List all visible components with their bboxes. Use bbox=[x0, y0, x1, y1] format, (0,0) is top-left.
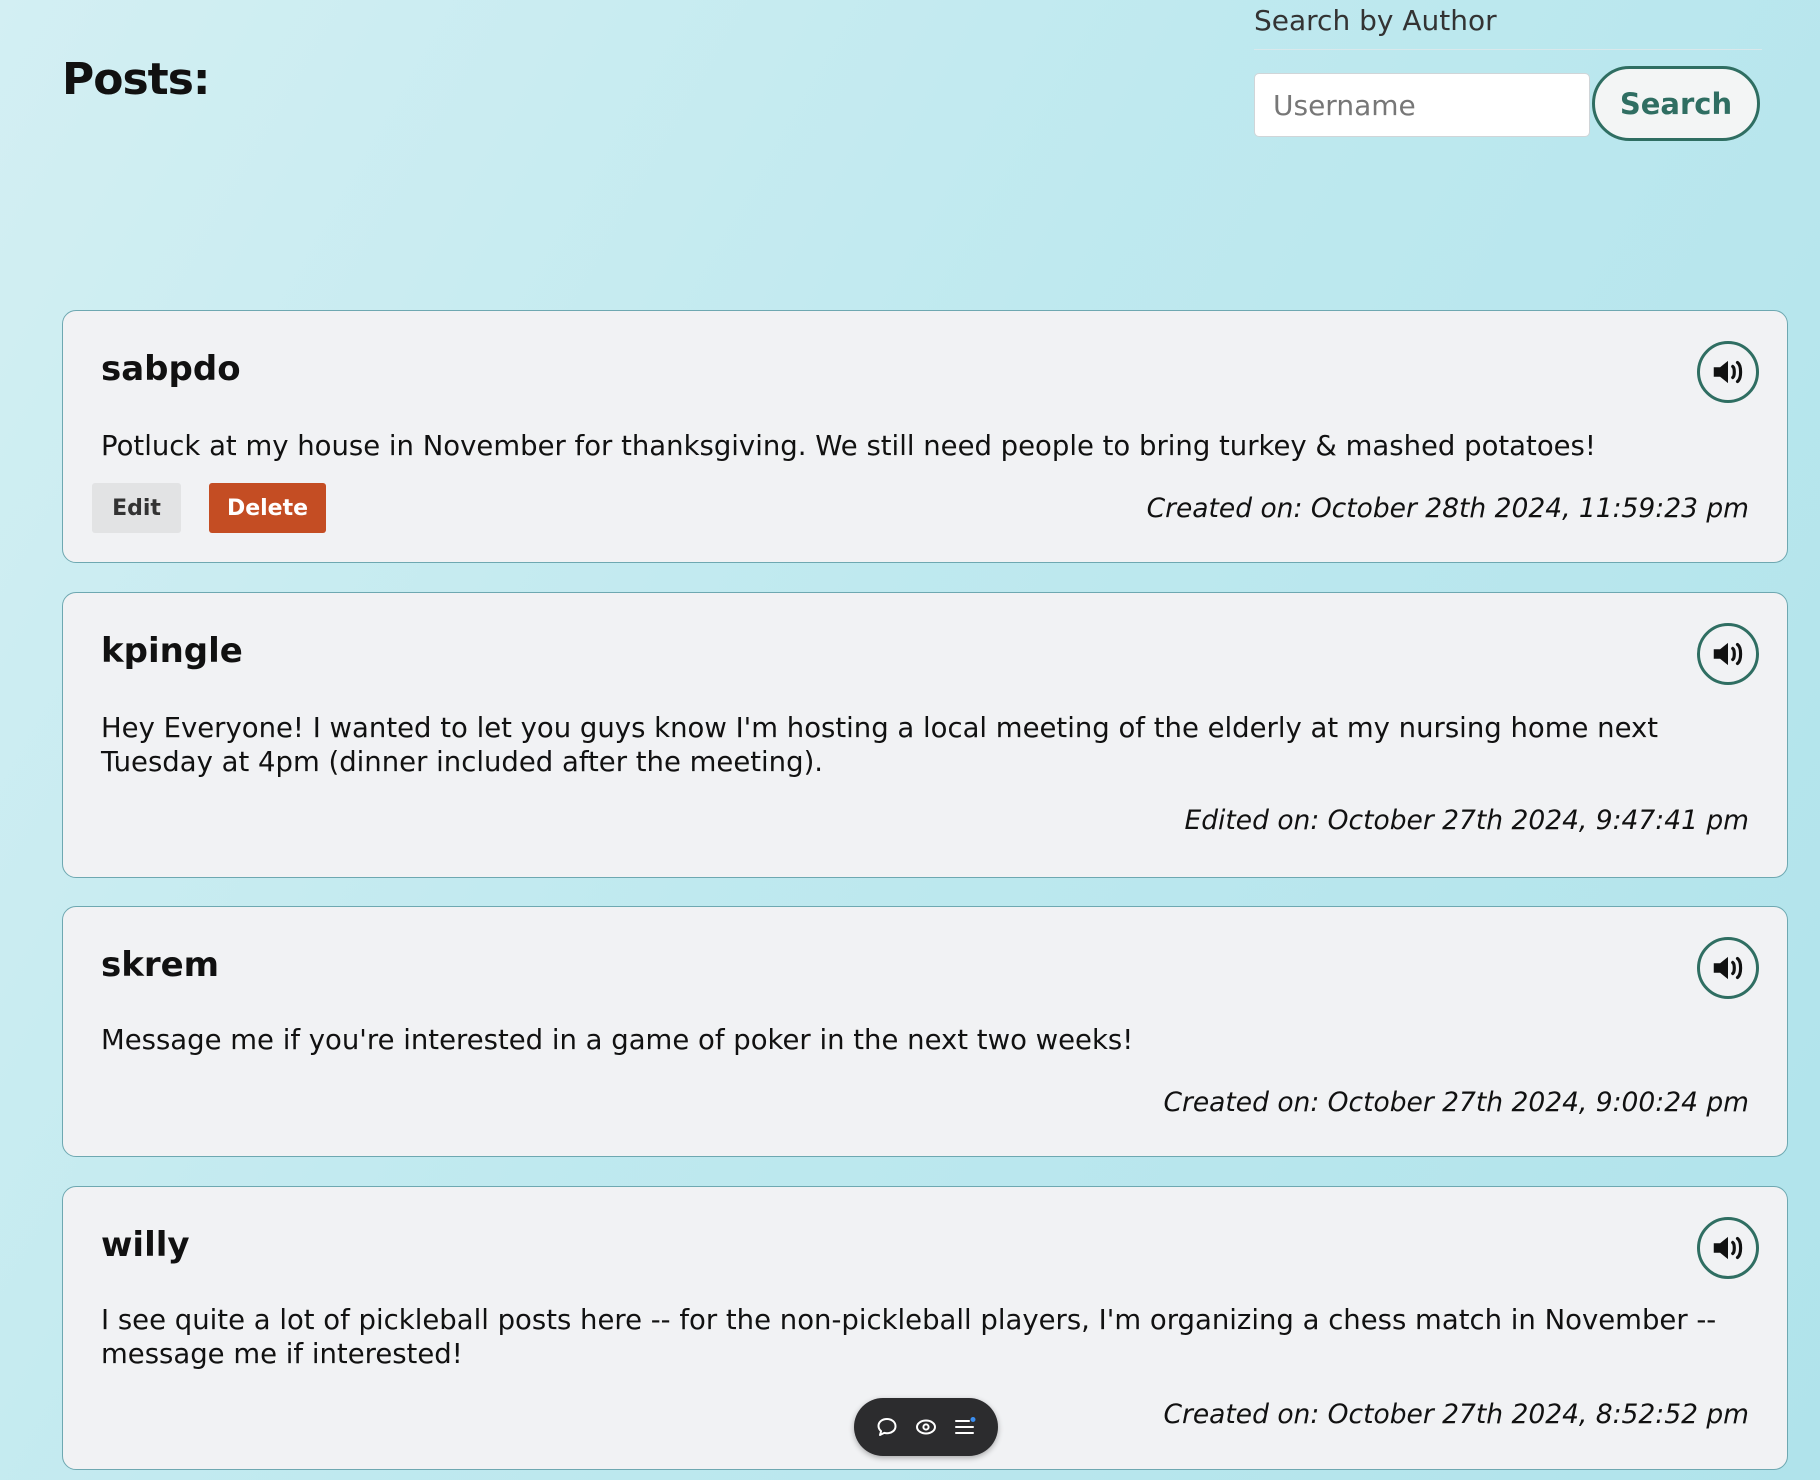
read-aloud-button[interactable] bbox=[1697, 1217, 1759, 1279]
eye-icon[interactable] bbox=[911, 1412, 941, 1442]
menu-lines-icon[interactable] bbox=[950, 1412, 980, 1442]
speaker-icon bbox=[1713, 642, 1743, 666]
post-timestamp: Created on: October 27th 2024, 9:00:24 p… bbox=[1163, 1087, 1749, 1118]
read-aloud-button[interactable] bbox=[1697, 937, 1759, 999]
search-panel: Search by Author Search bbox=[1254, 4, 1762, 146]
search-heading: Search by Author bbox=[1254, 4, 1762, 50]
post-author: skrem bbox=[101, 945, 220, 985]
floating-toolbar bbox=[854, 1398, 998, 1456]
chat-bubble-icon[interactable] bbox=[872, 1412, 902, 1442]
edit-post-button[interactable]: Edit bbox=[92, 483, 181, 533]
username-search-input[interactable] bbox=[1254, 73, 1590, 137]
speaker-icon bbox=[1713, 1236, 1743, 1260]
post-author: willy bbox=[101, 1225, 190, 1265]
post-body: I see quite a lot of pickleball posts he… bbox=[101, 1304, 1717, 1370]
speaker-icon bbox=[1713, 360, 1743, 384]
post-body: Message me if you're interested in a gam… bbox=[101, 1024, 1134, 1056]
delete-post-button[interactable]: Delete bbox=[209, 483, 326, 533]
post-author: sabpdo bbox=[101, 349, 241, 389]
post-body: Potluck at my house in November for than… bbox=[101, 430, 1596, 462]
post-author: kpingle bbox=[101, 631, 243, 671]
post-card: kpingle Hey Everyone! I wanted to let yo… bbox=[62, 592, 1788, 878]
post-card: skrem Message me if you're interested in… bbox=[62, 906, 1788, 1157]
post-timestamp: Created on: October 27th 2024, 8:52:52 p… bbox=[1163, 1399, 1749, 1430]
post-timestamp: Created on: October 28th 2024, 11:59:23 … bbox=[1146, 493, 1749, 524]
speaker-icon bbox=[1713, 956, 1743, 980]
post-body: Hey Everyone! I wanted to let you guys k… bbox=[101, 712, 1659, 778]
read-aloud-button[interactable] bbox=[1697, 341, 1759, 403]
search-row: Search bbox=[1254, 66, 1762, 146]
post-timestamp: Edited on: October 27th 2024, 9:47:41 pm bbox=[1184, 805, 1749, 836]
search-button[interactable]: Search bbox=[1592, 66, 1760, 141]
read-aloud-button[interactable] bbox=[1697, 623, 1759, 685]
post-card: sabpdo Potluck at my house in November f… bbox=[62, 310, 1788, 563]
page-title: Posts: bbox=[62, 54, 210, 105]
